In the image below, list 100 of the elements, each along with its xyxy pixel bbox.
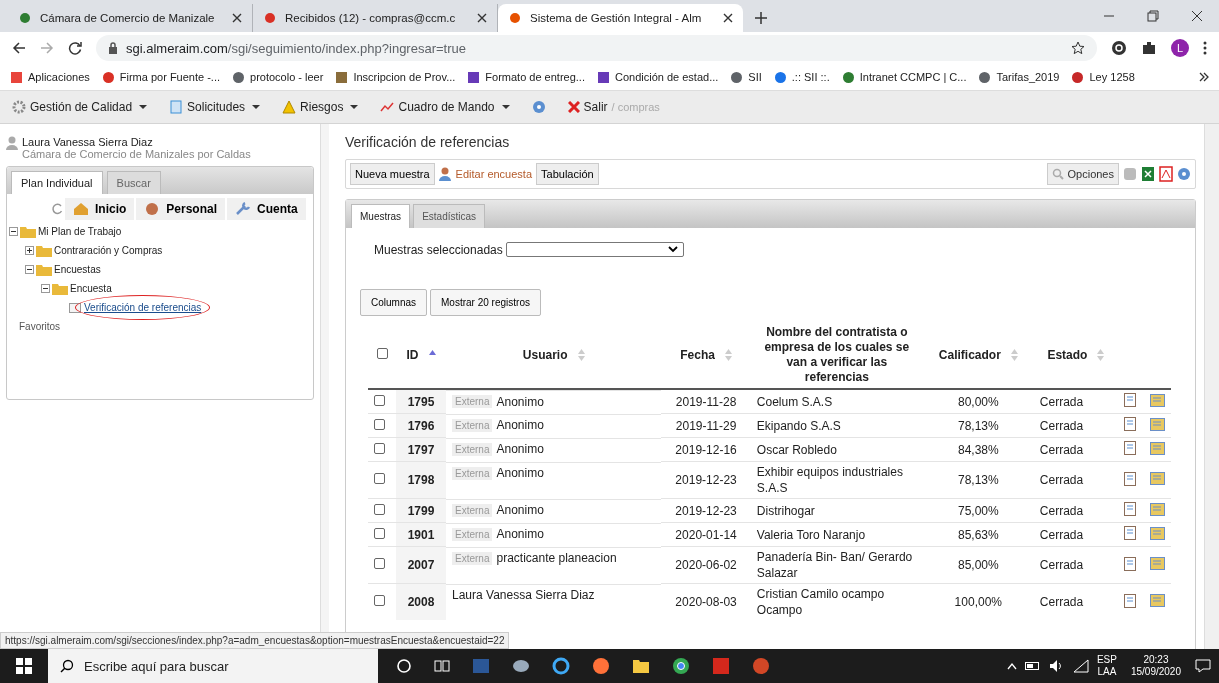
edit-form-icon[interactable] <box>1150 502 1165 516</box>
caret-icon[interactable] <box>252 105 261 109</box>
menu-item[interactable]: Gestión de Calidad <box>30 100 133 114</box>
table-button[interactable]: Columnas <box>360 289 428 316</box>
row-checkbox[interactable] <box>374 418 385 430</box>
row-checkbox[interactable] <box>374 503 385 515</box>
edit-form-icon[interactable] <box>1150 417 1165 431</box>
address-bar[interactable]: sgi.almeraim.com/sgi/seguimiento/index.php?ingresar=true <box>96 35 1097 61</box>
menu-item[interactable]: Riesgos <box>300 100 344 114</box>
bookmark[interactable]: protocolo - leer <box>232 70 324 84</box>
taskbar-search-field[interactable]: Escribe aquí para buscar <box>48 649 378 683</box>
select-all-checkbox[interactable] <box>376 348 388 359</box>
bookmark[interactable]: Formato de entreg... <box>467 70 585 84</box>
edit-link[interactable]: Editar encuesta <box>438 167 533 181</box>
bookmark[interactable]: Ley 1258 <box>1071 70 1135 84</box>
report-icon[interactable] <box>1124 393 1136 407</box>
column-header[interactable]: Estado <box>1033 322 1118 389</box>
collapse-icon[interactable] <box>41 284 50 293</box>
panel-tab[interactable]: Muestras <box>351 204 411 228</box>
report-icon[interactable] <box>1124 593 1136 608</box>
refresh-icon[interactable] <box>51 203 63 215</box>
back-icon[interactable] <box>12 41 26 55</box>
tree-item[interactable]: Encuestas <box>54 264 101 275</box>
sidebar-tab[interactable]: Plan Individual <box>11 171 103 194</box>
menu-item[interactable]: Cuadro de Mando <box>398 100 495 114</box>
menu-item[interactable]: Solicitudes <box>187 100 246 114</box>
extension-icon[interactable] <box>1111 40 1127 56</box>
bookmark[interactable]: Aplicaciones <box>10 70 90 84</box>
collapse-icon[interactable] <box>9 227 18 236</box>
help-icon[interactable] <box>531 100 546 114</box>
bookmark[interactable]: Firma por Fuente -... <box>101 70 221 84</box>
chevron-up-icon[interactable] <box>1006 662 1017 670</box>
language-indicator[interactable]: ESP LAA <box>1096 654 1117 678</box>
report-icon[interactable] <box>1124 417 1136 431</box>
logout-link[interactable]: Salir <box>567 100 608 114</box>
nav-button[interactable]: Personal <box>136 198 226 220</box>
bookmark[interactable]: Tarifas_2019 <box>978 70 1060 84</box>
report-icon[interactable] <box>1124 556 1136 571</box>
edit-form-icon[interactable] <box>1150 393 1165 407</box>
nav-button[interactable]: Cuenta <box>227 198 306 220</box>
caret-icon[interactable] <box>139 105 148 109</box>
bookmark[interactable]: SII <box>730 70 762 84</box>
collapse-icon[interactable] <box>25 246 34 255</box>
new-tab-icon[interactable] <box>755 12 767 24</box>
tree-item[interactable]: Contraración y Compras <box>54 245 163 256</box>
edit-form-icon[interactable] <box>1150 526 1165 540</box>
battery-icon[interactable] <box>1024 661 1041 671</box>
panel-tab[interactable]: Estadísticas <box>413 204 486 228</box>
sidebar-tab[interactable]: Buscar <box>106 171 161 194</box>
column-header[interactable]: Calificador <box>922 322 1034 389</box>
cortana-icon[interactable] <box>396 658 412 674</box>
tree-item[interactable]: Mi Plan de Trabajo <box>38 226 122 237</box>
help-icon[interactable] <box>1177 167 1191 181</box>
row-checkbox[interactable] <box>374 442 385 454</box>
excel-icon[interactable] <box>1141 166 1155 182</box>
row-checkbox[interactable] <box>374 527 385 539</box>
report-icon[interactable] <box>1124 471 1136 486</box>
chevron-icon[interactable] <box>1199 72 1209 82</box>
folder-icon[interactable] <box>632 657 650 675</box>
close-icon[interactable] <box>232 13 242 23</box>
collapse-icon[interactable] <box>25 265 34 274</box>
caret-icon[interactable] <box>501 105 510 109</box>
caret-icon[interactable] <box>350 105 359 109</box>
toolbar-button[interactable]: Tabulación <box>536 163 599 185</box>
task-view-icon[interactable] <box>434 658 450 674</box>
report-icon[interactable] <box>1124 441 1136 455</box>
bookmark[interactable]: .:: SII ::. <box>773 70 830 84</box>
star-icon[interactable] <box>1071 41 1085 55</box>
notifications-icon[interactable] <box>1195 658 1211 674</box>
options-button[interactable]: Opciones <box>1046 163 1119 185</box>
scrollbar[interactable] <box>1204 124 1219 649</box>
windows-start-icon[interactable] <box>16 658 32 674</box>
table-button[interactable]: Mostrar 20 registros <box>430 289 541 316</box>
report-icon[interactable] <box>1124 502 1136 516</box>
wifi-icon[interactable] <box>1072 659 1089 673</box>
bookmark[interactable]: Intranet CCMPC | C... <box>841 70 967 84</box>
tree-item[interactable]: Favoritos <box>9 321 61 332</box>
bookmark[interactable]: Condición de estad... <box>597 70 719 84</box>
close-icon[interactable] <box>723 13 733 23</box>
reload-icon[interactable] <box>68 41 82 55</box>
tree-item[interactable]: Encuesta <box>70 283 112 294</box>
toolbar-button[interactable]: Nueva muestra <box>350 163 435 185</box>
report-icon[interactable] <box>1124 526 1136 540</box>
close-icon[interactable] <box>477 13 487 23</box>
row-checkbox[interactable] <box>374 558 385 569</box>
edit-form-icon[interactable] <box>1150 441 1165 455</box>
close-icon[interactable] <box>1191 10 1203 22</box>
profile-avatar[interactable]: L <box>1171 39 1189 57</box>
row-checkbox[interactable] <box>374 473 385 484</box>
samples-dropdown[interactable] <box>505 242 684 257</box>
browser-tab[interactable]: Sistema de Gestión Integral - Alm <box>498 4 743 32</box>
column-header[interactable]: Nombre del contratista o empresa de los cuales se van a verificar las referencias <box>750 322 923 389</box>
row-checkbox[interactable] <box>374 595 385 606</box>
clock[interactable]: 20:23 15/09/2020 <box>1130 654 1181 678</box>
row-checkbox[interactable] <box>374 394 385 406</box>
nav-button[interactable]: Inicio <box>65 198 135 220</box>
column-header[interactable]: Usuario <box>446 322 662 389</box>
bookmark[interactable]: Inscripcion de Prov... <box>335 70 456 84</box>
restore-icon[interactable] <box>1147 10 1159 22</box>
column-header[interactable]: Fecha <box>661 322 751 389</box>
